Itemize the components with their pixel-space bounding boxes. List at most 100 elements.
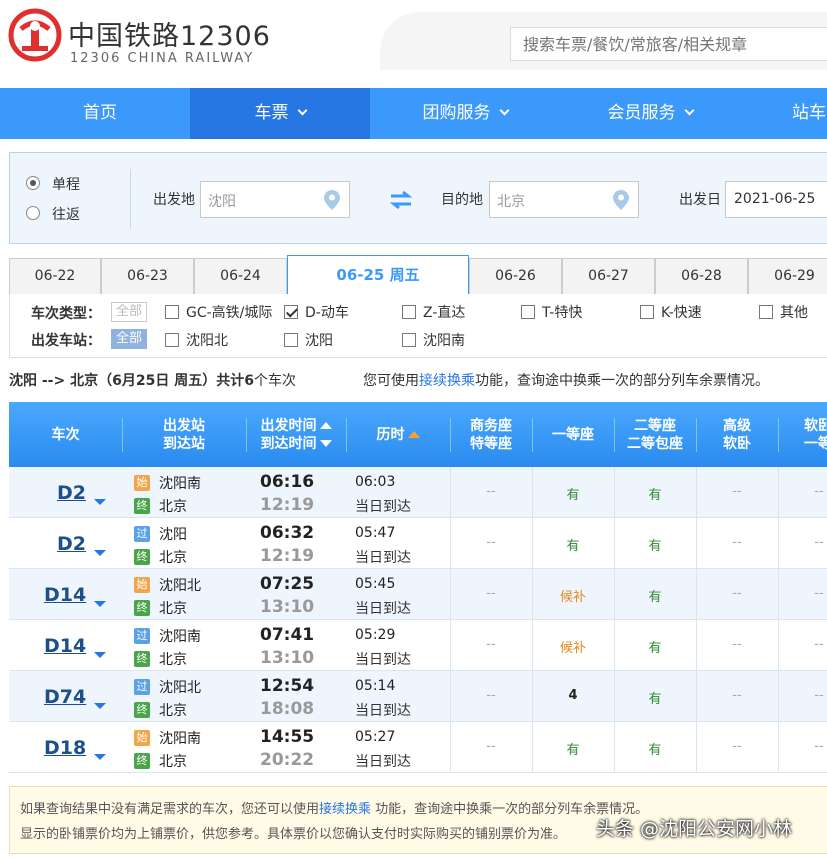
one-way-label: 单程 [52, 177, 80, 193]
seat-last: -- [814, 688, 824, 703]
station-shenyang-checkbox[interactable] [284, 333, 298, 347]
round-trip-radio[interactable] [26, 206, 40, 220]
train-number-link[interactable]: D14 [44, 584, 86, 606]
date-tab[interactable]: 06-27 [562, 258, 655, 294]
from-station-input[interactable]: 沈阳 [200, 181, 350, 218]
station-shenyangnan-checkbox[interactable] [402, 333, 416, 347]
main-nav: 首页 车票 团购服务 会员服务 站车 [0, 88, 827, 139]
col-label: 二等座 [634, 417, 676, 434]
seat-first-class[interactable]: 有 [532, 739, 614, 758]
nav-tickets[interactable]: 车票 [190, 88, 370, 139]
nav-label: 车票 [254, 103, 289, 123]
col-label: 历时 [376, 426, 405, 443]
seat-first-class[interactable]: 候补 [532, 586, 614, 605]
train-number-link[interactable]: D14 [44, 635, 86, 657]
expand-stops-icon[interactable] [94, 703, 106, 709]
nav-home[interactable]: 首页 [10, 88, 190, 139]
station-tag-badge: 过 [134, 628, 150, 644]
col-times[interactable]: 出发时间 到达时间 [246, 402, 346, 467]
train-number-link[interactable]: D74 [44, 686, 86, 708]
arrival-time: 12:19 [260, 546, 315, 566]
nav-label: 会员服务 [607, 103, 676, 123]
departure-time: 06:32 [260, 523, 315, 543]
to-label: 目的地 [441, 192, 483, 208]
seat-second-class[interactable]: 有 [614, 535, 696, 554]
expand-stops-icon[interactable] [94, 601, 106, 607]
china-railway-logo[interactable] [8, 8, 62, 62]
train-number-link[interactable]: D2 [57, 533, 86, 555]
col-label: 出发站 [163, 417, 205, 434]
duration: 05:14 [355, 678, 396, 694]
site-header: 中国铁路12306 12306 CHINA RAILWAY [0, 0, 827, 88]
arrival-station: 北京 [159, 550, 187, 566]
seat-soft-sleeper: -- [732, 484, 742, 499]
filter-d-label: D-动车 [305, 305, 349, 321]
date-tab[interactable]: 06-26 [469, 258, 562, 294]
train-number-link[interactable]: D18 [44, 737, 86, 759]
sort-arrive[interactable]: 到达时间 [246, 435, 346, 453]
table-row: D2 过沈阳终北京 06:32 12:19 05:47 当日到达 -- 有有 -- -- [9, 518, 827, 569]
station-shenyangbei-checkbox[interactable] [165, 333, 179, 347]
nav-group-service[interactable]: 团购服务 [370, 88, 560, 139]
date-tab-active[interactable]: 06-25 周五 [287, 255, 469, 295]
filter-k-checkbox[interactable] [640, 305, 654, 319]
one-way-radio[interactable] [26, 176, 40, 190]
nav-station[interactable]: 站车 [760, 88, 827, 139]
arrival-time: 13:10 [260, 648, 315, 668]
filter-other-checkbox[interactable] [759, 305, 773, 319]
seat-first-class[interactable]: 有 [532, 535, 614, 554]
seat-second-class[interactable]: 有 [614, 637, 696, 656]
train-type-label: 车次类型： [31, 306, 101, 322]
search-input[interactable] [510, 27, 827, 61]
col-label: 高级 [723, 417, 751, 434]
train-type-all[interactable]: 全部 [111, 302, 148, 322]
departure-station: 沈阳北 [159, 680, 201, 696]
filter-gc-checkbox[interactable] [165, 305, 179, 319]
filter-z-checkbox[interactable] [402, 305, 416, 319]
nav-member-service[interactable]: 会员服务 [560, 88, 740, 139]
seat-first-class[interactable]: 候补 [532, 637, 614, 656]
date-tab[interactable]: 06-22 [9, 258, 101, 294]
station-tag-badge: 过 [134, 526, 150, 542]
seat-first-class[interactable]: 有 [532, 484, 614, 503]
seat-first-class[interactable]: 4 [532, 688, 614, 703]
filter-panel: 车次类型： 全部 GC-高铁/城际 D-动车 Z-直达 T-特快 K-快速 其他… [9, 294, 827, 358]
swap-stations-icon[interactable] [388, 190, 414, 210]
duration: 05:47 [355, 525, 396, 541]
arrival-day: 当日到达 [355, 550, 411, 566]
table-row: D14 始沈阳北终北京 07:25 13:10 05:45 当日到达 -- 候补有 -- -- [9, 569, 827, 620]
arrival-time: 12:19 [260, 495, 315, 515]
query-panel: 单程 往返 出发地 目的地 出发日 [9, 152, 827, 244]
seat-second-class[interactable]: 有 [614, 484, 696, 503]
col-duration[interactable]: 历时 [346, 402, 450, 467]
seat-business: -- [486, 484, 496, 499]
col-label: 一等 [804, 435, 827, 452]
station-all[interactable]: 全部 [111, 329, 148, 349]
seat-second-class[interactable]: 有 [614, 739, 696, 758]
sort-depart[interactable]: 出发时间 [246, 417, 346, 435]
seat-soft-sleeper: -- [732, 688, 742, 703]
to-station-input[interactable]: 北京 [489, 181, 639, 218]
expand-stops-icon[interactable] [94, 550, 106, 556]
filter-d-checkbox[interactable] [284, 305, 298, 319]
date-tab[interactable]: 06-24 [194, 258, 287, 294]
date-tab[interactable]: 06-28 [655, 258, 748, 294]
transfer-link[interactable]: 接续换乘 [419, 373, 475, 389]
train-number-link[interactable]: D2 [57, 482, 86, 504]
col-label: 出发时间 [260, 417, 317, 434]
seat-second-class[interactable]: 有 [614, 586, 696, 605]
expand-stops-icon[interactable] [94, 754, 106, 760]
filter-t-checkbox[interactable] [521, 305, 535, 319]
seat-second-class[interactable]: 有 [614, 688, 696, 707]
date-tabs: 06-22 06-23 06-24 06-25 周五 06-26 06-27 0… [9, 255, 827, 295]
expand-stops-icon[interactable] [94, 499, 106, 505]
filter-gc-label: GC-高铁/城际 [186, 305, 273, 321]
transfer-link[interactable]: 接续换乘 [319, 802, 371, 817]
date-tab[interactable]: 06-23 [101, 258, 194, 294]
expand-stops-icon[interactable] [94, 652, 106, 658]
departure-time: 07:41 [260, 625, 315, 645]
summary-count: 6 [244, 373, 254, 389]
departure-date-input[interactable]: 2021-06-25 [725, 181, 827, 218]
date-tab[interactable]: 06-29 [748, 258, 827, 294]
station-tag-badge: 终 [134, 549, 150, 565]
